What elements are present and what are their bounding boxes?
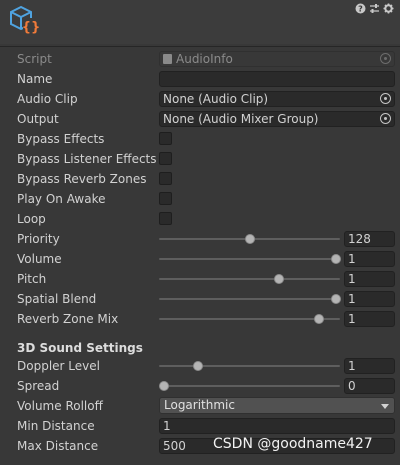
watermark: CSDN @goodname427 (213, 436, 373, 452)
audio-clip-value: None (Audio Clip) (163, 92, 269, 106)
volume-value-field[interactable]: 1 (344, 251, 395, 267)
slider-thumb[interactable] (159, 381, 169, 391)
volume-rolloff-value: Logarithmic (164, 398, 235, 412)
slider-row-volume: Volume 1 (0, 250, 400, 268)
slider-row-spatial-blend: Spatial Blend 1 (0, 290, 400, 308)
slider-label: Spread (17, 379, 60, 393)
max-distance-value: 500 (163, 439, 186, 453)
play-on-awake-checkbox[interactable] (159, 192, 172, 205)
max-distance-label: Max Distance (17, 439, 99, 453)
slider-label: Priority (17, 232, 60, 246)
slider-label: Pitch (17, 272, 47, 286)
slider-thumb[interactable] (274, 274, 285, 284)
slider-track[interactable] (159, 385, 340, 387)
section-heading: 3D Sound Settings (17, 341, 143, 355)
audio-clip-label: Audio Clip (17, 92, 78, 106)
toggle-label: Play On Awake (17, 192, 106, 206)
slider-row-spread: Spread 0 (0, 377, 400, 395)
toggle-label: Bypass Listener Effects (17, 152, 157, 166)
help-icon[interactable]: ? (355, 3, 366, 14)
object-picker-icon (380, 53, 391, 64)
loop-checkbox[interactable] (159, 212, 172, 225)
spatial-blend-value-field[interactable]: 1 (344, 291, 395, 307)
slider-label: Doppler Level (17, 359, 100, 373)
slider-label: Spatial Blend (17, 292, 97, 306)
output-row: Output None (Audio Mixer Group) (0, 110, 400, 128)
svg-text:?: ? (358, 5, 363, 14)
volume-rolloff-dropdown[interactable]: Logarithmic (159, 397, 395, 414)
bypass-reverb-zones-checkbox[interactable] (159, 172, 172, 185)
slider-thumb[interactable] (245, 234, 255, 244)
priority-value-field[interactable]: 128 (344, 231, 395, 247)
script-label: Script (17, 52, 52, 66)
slider-label: Reverb Zone Mix (17, 312, 119, 326)
toggle-row-loop: Loop (0, 210, 400, 228)
pitch-value-field[interactable]: 1 (344, 271, 395, 287)
output-field[interactable]: None (Audio Mixer Group) (159, 111, 395, 127)
chevron-down-icon (381, 404, 389, 409)
doppler-level-value-field[interactable]: 1 (344, 358, 395, 374)
min-distance-value: 1 (163, 419, 171, 433)
preset-icon[interactable] (369, 3, 380, 14)
script-value: AudioInfo (176, 52, 233, 66)
spread-value-field[interactable]: 0 (344, 378, 395, 394)
output-label: Output (17, 112, 59, 126)
min-distance-label: Min Distance (17, 419, 95, 433)
slider-label: Volume (17, 252, 62, 266)
svg-text:{}: {} (22, 20, 40, 35)
slider-row-pitch: Pitch 1 (0, 270, 400, 288)
script-row: Script AudioInfo (0, 50, 400, 68)
slider-track[interactable] (159, 365, 340, 367)
slider-thumb[interactable] (193, 361, 204, 371)
slider-row-doppler-level: Doppler Level 1 (0, 357, 400, 375)
object-picker-icon[interactable] (380, 113, 391, 124)
slider-track[interactable] (159, 318, 340, 320)
slider-track[interactable] (159, 258, 340, 260)
slider-row-reverb-zone-mix: Reverb Zone Mix 1 (0, 310, 400, 328)
slider-thumb[interactable] (331, 294, 341, 304)
script-file-icon (163, 54, 172, 64)
toggle-label: Bypass Reverb Zones (17, 172, 147, 186)
toggle-row-bypass-reverb-zones: Bypass Reverb Zones (0, 170, 400, 188)
name-row: Name (0, 70, 400, 88)
bypass-effects-checkbox[interactable] (159, 132, 172, 145)
toggle-row-bypass-listener-effects: Bypass Listener Effects (0, 150, 400, 168)
bypass-listener-effects-checkbox[interactable] (159, 152, 172, 165)
header-divider (0, 46, 400, 47)
min-distance-row: Min Distance 1 (0, 417, 400, 435)
settings-icon[interactable] (383, 3, 394, 14)
section-heading-row: 3D Sound Settings (0, 339, 400, 357)
slider-thumb[interactable] (331, 254, 341, 264)
slider-row-priority: Priority 128 (0, 230, 400, 248)
audio-clip-row: Audio Clip None (Audio Clip) (0, 90, 400, 108)
reverb-zone-mix-value-field[interactable]: 1 (344, 311, 395, 327)
name-label: Name (17, 72, 53, 86)
slider-track[interactable] (159, 298, 340, 300)
toggle-label: Bypass Effects (17, 132, 105, 146)
name-input[interactable] (159, 71, 395, 87)
csharp-script-icon: {} (10, 5, 40, 35)
audio-clip-field[interactable]: None (Audio Clip) (159, 91, 395, 107)
volume-rolloff-label: Volume Rolloff (17, 399, 103, 413)
min-distance-input[interactable]: 1 (159, 418, 395, 434)
volume-rolloff-row: Volume Rolloff Logarithmic (0, 397, 400, 415)
slider-thumb[interactable] (313, 314, 324, 324)
component-header: {} ? (0, 0, 400, 44)
toggle-label: Loop (17, 212, 46, 226)
slider-track[interactable] (159, 278, 340, 280)
toggle-row-play-on-awake: Play On Awake (0, 190, 400, 208)
output-value: None (Audio Mixer Group) (163, 112, 319, 126)
object-picker-icon[interactable] (380, 93, 391, 104)
toggle-row-bypass-effects: Bypass Effects (0, 130, 400, 148)
script-field[interactable]: AudioInfo (159, 51, 395, 67)
